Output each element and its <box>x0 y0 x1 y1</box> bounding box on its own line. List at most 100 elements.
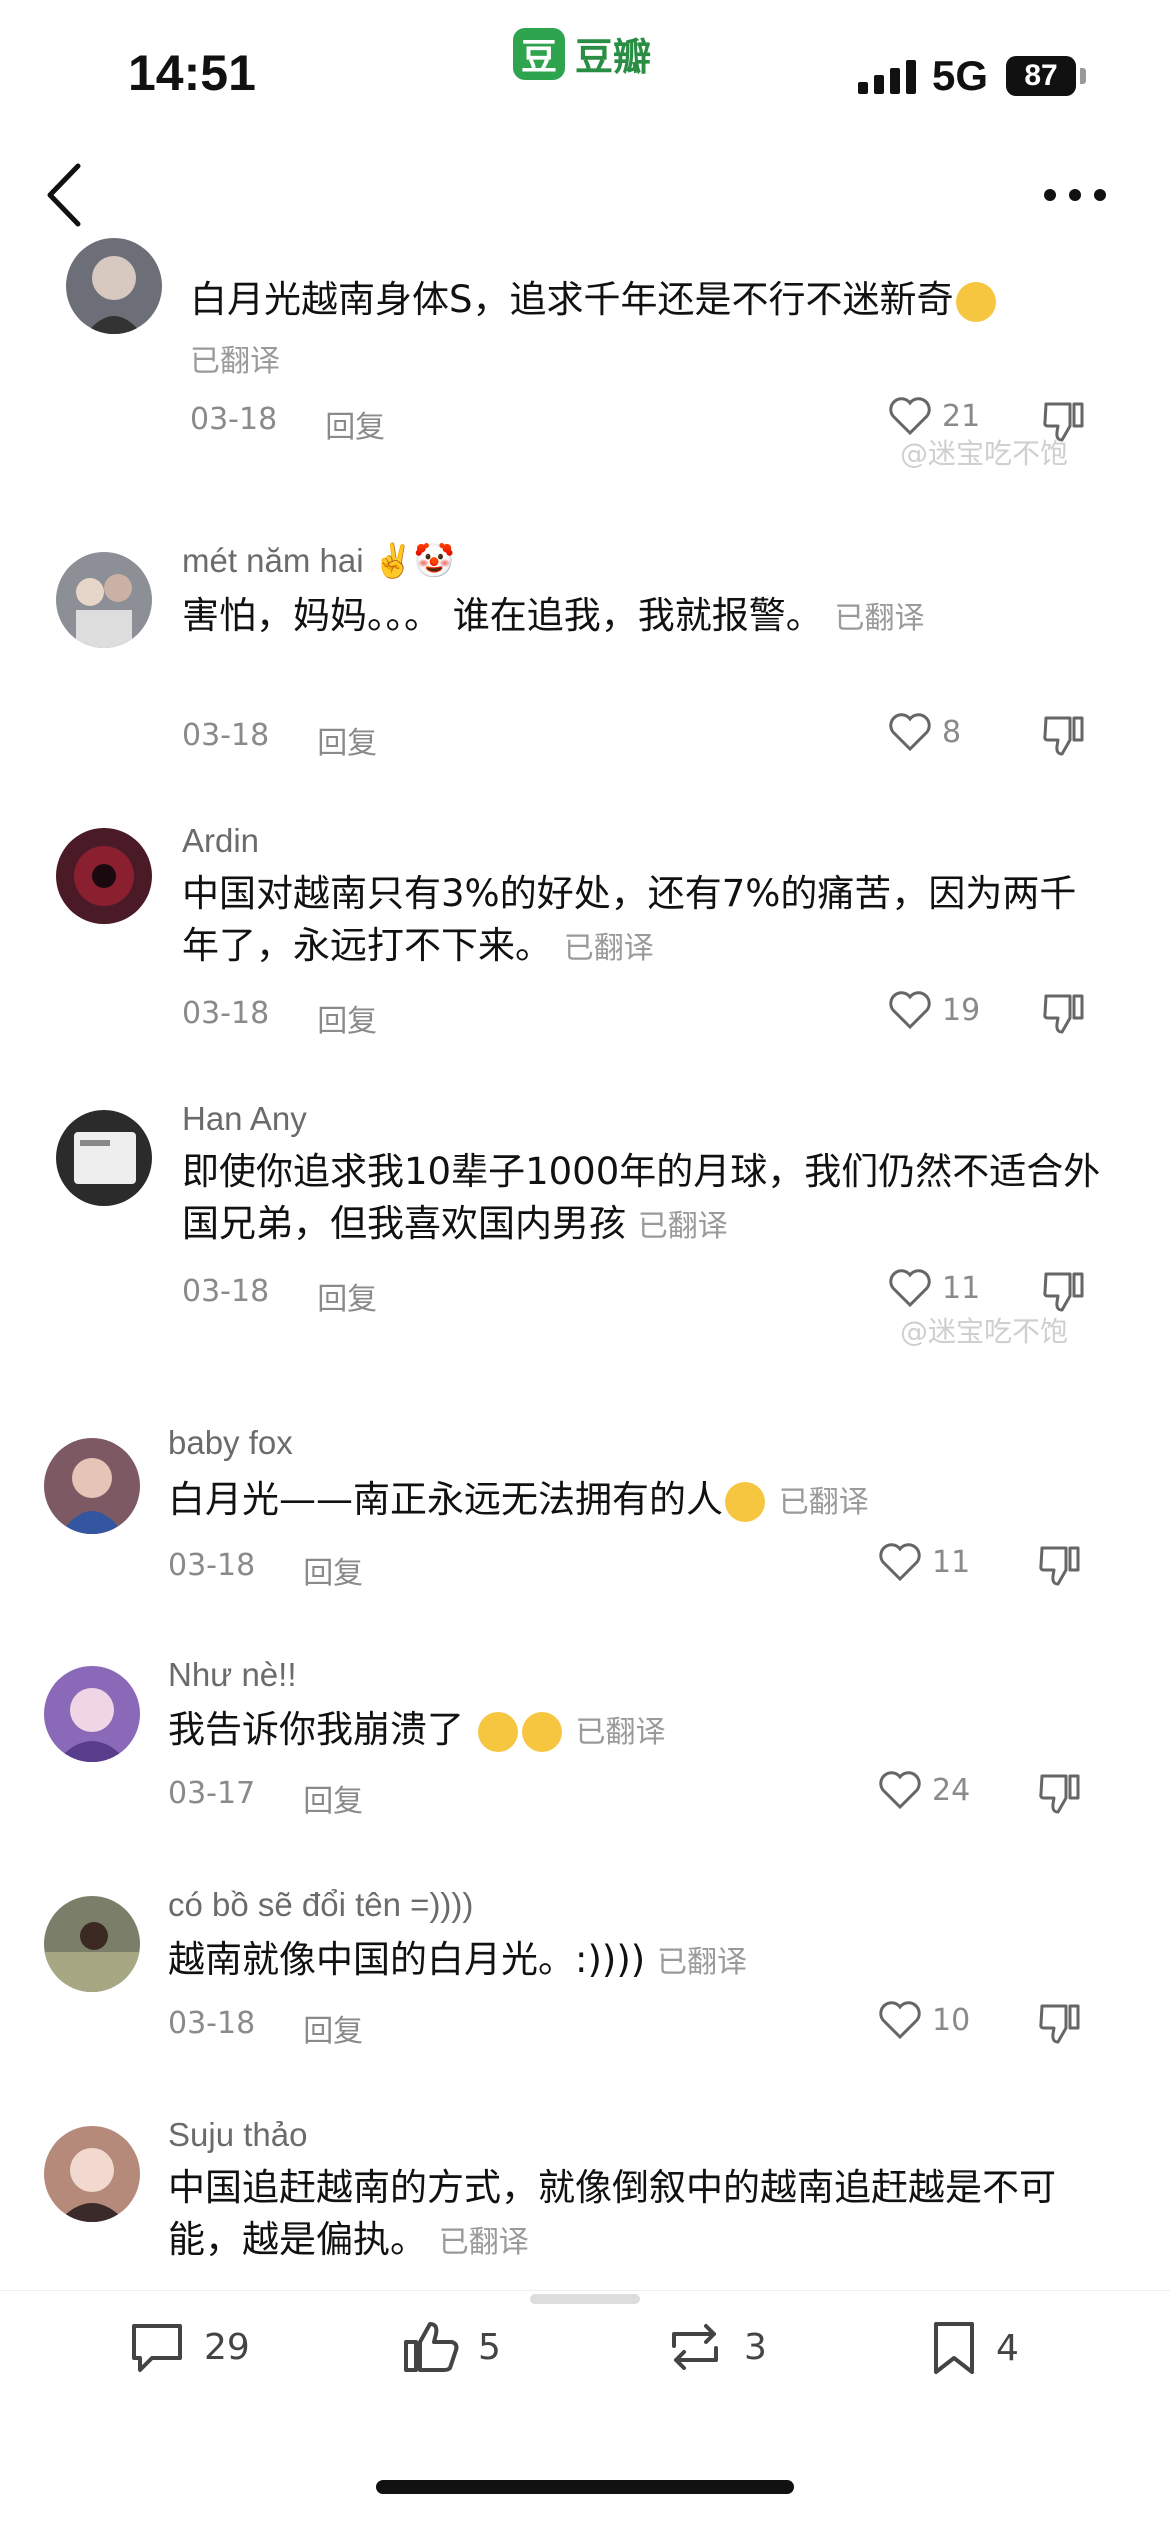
comment-text: 白月光——南正永远无法拥有的人 已翻译 <box>168 1478 869 1522</box>
comment-meta: 03-18 回复 <box>190 402 385 446</box>
dislike-icon[interactable] <box>1040 990 1088 1038</box>
like-count: 11 <box>932 1544 971 1580</box>
avatar[interactable] <box>44 1896 140 1992</box>
username[interactable]: Suju thảo <box>168 2116 307 2154</box>
likes-count: 5 <box>478 2326 501 2368</box>
translated-label[interactable]: 已翻译 <box>576 1715 666 1750</box>
like-button[interactable]: 10 <box>878 2000 970 2040</box>
username[interactable]: Ardin <box>182 822 259 860</box>
username[interactable]: Như nè!! <box>168 1656 297 1694</box>
comment-meta: 03-17 回复 <box>168 1776 363 1820</box>
like-post-button[interactable]: 5 <box>402 2320 501 2374</box>
sheet-handle[interactable] <box>530 2294 640 2304</box>
relieved-emoji-icon <box>725 1481 765 1522</box>
signal-icon <box>858 60 916 94</box>
app-name: 豆瓣 <box>575 35 652 79</box>
bookmark-icon <box>934 2322 974 2374</box>
heart-icon <box>889 991 931 1030</box>
username[interactable]: Han Any <box>182 1100 307 1138</box>
comment-text: 越南就像中国的白月光。:)))) 已翻译 <box>168 1938 747 1981</box>
comment-date: 03-18 <box>168 1548 256 1583</box>
comment-text: 中国对越南只有3%的好处，还有7%的痛苦，因为两千年了，永远打不下来。 已翻译 <box>182 872 1077 967</box>
rofl-emoji-icon <box>521 1711 562 1752</box>
app-badge: 豆 豆瓣 <box>513 26 651 81</box>
reply-button[interactable]: 回复 <box>317 1274 377 1318</box>
comment-text: 白月光越南身体S，追求千年还是不行不迷新奇 <box>190 274 1110 326</box>
reply-button[interactable]: 回复 <box>303 1776 363 1820</box>
repost-button[interactable]: 3 <box>664 2320 767 2374</box>
comment-date: 03-18 <box>168 2006 256 2041</box>
heart-icon <box>879 2001 921 2040</box>
comment-meta: 03-18 回复 <box>182 996 377 1040</box>
heart-icon <box>889 1269 931 1308</box>
battery-level: 87 <box>1006 56 1076 96</box>
username[interactable]: có bồ sẽ đổi tên =)))) <box>168 1886 473 1924</box>
avatar[interactable] <box>44 1438 140 1534</box>
comment-meta: 03-18 回复 <box>182 718 377 762</box>
comments-count: 29 <box>204 2326 250 2368</box>
watermark: @迷宝吃不饱 <box>900 437 1069 470</box>
status-time: 14:51 <box>128 45 256 101</box>
back-icon[interactable] <box>40 160 90 230</box>
heart-icon <box>889 713 931 752</box>
heart-icon <box>889 397 931 436</box>
translated-label[interactable]: 已翻译 <box>564 931 654 966</box>
like-button[interactable]: 8 <box>888 712 961 752</box>
battery-tip <box>1080 68 1086 84</box>
comment-date: 03-18 <box>182 996 270 1031</box>
like-button[interactable]: 11 <box>888 1268 980 1308</box>
more-icon[interactable] <box>1040 180 1110 210</box>
repost-icon <box>672 2324 718 2370</box>
dislike-icon[interactable] <box>1036 1770 1084 1818</box>
comments-button[interactable]: 29 <box>128 2320 250 2374</box>
avatar[interactable] <box>44 2126 140 2222</box>
username[interactable]: baby fox <box>168 1424 293 1462</box>
translated-label[interactable]: 已翻译 <box>835 601 925 636</box>
thumb-up-icon <box>404 2322 459 2372</box>
network-type: 5G <box>932 52 989 99</box>
laugh-emoji-icon <box>955 281 996 322</box>
reply-button[interactable]: 回复 <box>325 402 385 446</box>
bookmark-button[interactable]: 4 <box>930 2320 1019 2376</box>
like-button[interactable]: 24 <box>878 1770 970 1810</box>
comment-date: 03-18 <box>182 1274 270 1309</box>
avatar[interactable] <box>66 238 162 334</box>
dislike-icon[interactable] <box>1036 2000 1084 2048</box>
like-count: 19 <box>942 992 981 1028</box>
like-count: 24 <box>932 1772 971 1808</box>
translated-label[interactable]: 已翻译 <box>439 2225 529 2260</box>
comment-meta: 03-18 回复 <box>168 2006 363 2050</box>
dislike-icon[interactable] <box>1040 1268 1088 1316</box>
avatar[interactable] <box>56 552 152 648</box>
reply-button[interactable]: 回复 <box>317 996 377 1040</box>
dislike-icon[interactable] <box>1040 712 1088 760</box>
avatar[interactable] <box>56 828 152 924</box>
translated-label[interactable]: 已翻译 <box>779 1485 869 1520</box>
comment-text: 我告诉你我崩溃了 已翻译 <box>168 1708 666 1752</box>
username[interactable]: mét năm hai ✌️🤡 <box>182 542 455 581</box>
like-count: 11 <box>942 1270 981 1306</box>
reposts-count: 3 <box>744 2326 767 2368</box>
like-button[interactable]: 21 <box>888 396 980 436</box>
avatar[interactable] <box>44 1666 140 1762</box>
reply-button[interactable]: 回复 <box>317 718 377 762</box>
heart-icon <box>879 1771 921 1810</box>
comment-text: 中国追赶越南的方式，就像倒叙中的越南追赶越是不可能，越是偏执。 已翻译 <box>168 2166 1056 2261</box>
comment-icon <box>132 2324 182 2372</box>
like-count: 10 <box>932 2002 971 2038</box>
like-count: 8 <box>942 714 962 750</box>
comment-date: 03-17 <box>168 1776 256 1811</box>
dislike-icon[interactable] <box>1036 1542 1084 1590</box>
like-button[interactable]: 19 <box>888 990 980 1030</box>
like-button[interactable]: 11 <box>878 1542 970 1582</box>
avatar[interactable] <box>56 1110 152 1206</box>
translated-label[interactable]: 已翻译 <box>638 1209 728 1244</box>
comment-meta: 03-18 回复 <box>182 1274 377 1318</box>
comment-date: 03-18 <box>190 402 278 437</box>
reply-button[interactable]: 回复 <box>303 1548 363 1592</box>
reply-button[interactable]: 回复 <box>303 2006 363 2050</box>
like-count: 21 <box>942 398 981 434</box>
watermark: @迷宝吃不饱 <box>900 1315 1069 1348</box>
translated-label[interactable]: 已翻译 <box>190 336 280 380</box>
translated-label[interactable]: 已翻译 <box>657 1945 747 1980</box>
